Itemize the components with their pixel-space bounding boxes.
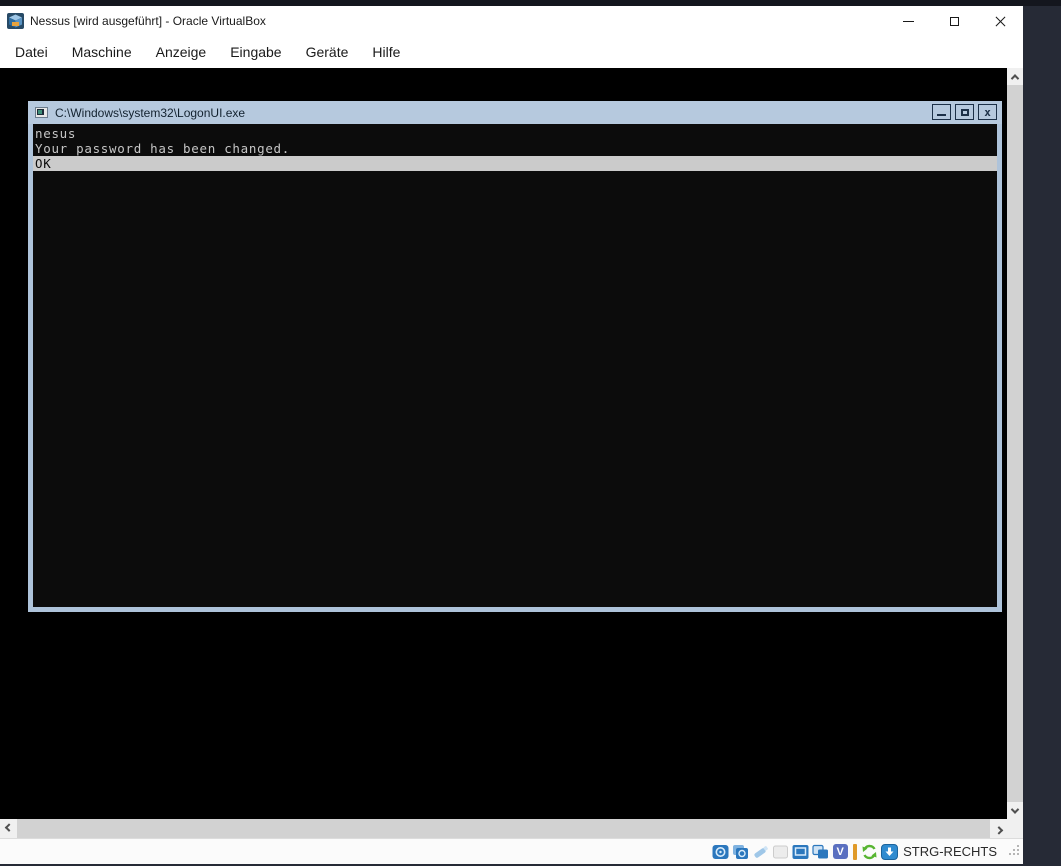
minimize-button[interactable] xyxy=(885,6,931,36)
console-maximize-button[interactable] xyxy=(955,104,974,120)
titlebar[interactable]: Nessus [wird ausgeführt] - Oracle Virtua… xyxy=(0,6,1023,36)
chevron-right-icon xyxy=(994,825,1003,835)
scroll-left-button[interactable] xyxy=(0,819,17,838)
hard-disk-icon[interactable] xyxy=(711,843,729,860)
scroll-up-button[interactable] xyxy=(1007,68,1023,85)
console-line-highlighted: OK xyxy=(33,156,997,171)
console-window[interactable]: C:\Windows\system32\LogonUI.exe x nesus … xyxy=(28,101,1002,612)
features-icon[interactable]: V xyxy=(831,843,849,860)
console-output[interactable]: nesus Your password has been changed. OK xyxy=(28,124,1002,612)
usb-icon[interactable] xyxy=(751,843,769,860)
vm-display[interactable]: C:\Windows\system32\LogonUI.exe x nesus … xyxy=(0,68,1007,819)
keyboard-capture-icon[interactable] xyxy=(880,843,898,860)
window-title: Nessus [wird ausgeführt] - Oracle Virtua… xyxy=(30,14,266,28)
features-glyph: V xyxy=(832,844,848,859)
vm-viewport: C:\Windows\system32\LogonUI.exe x nesus … xyxy=(0,68,1023,864)
console-app-icon xyxy=(35,107,48,118)
console-titlebar[interactable]: C:\Windows\system32\LogonUI.exe x xyxy=(28,101,1002,124)
console-text: nesus Your password has been changed. OK xyxy=(33,124,997,171)
console-line: Your password has been changed. xyxy=(35,141,290,156)
console-window-controls: x xyxy=(932,104,997,120)
optical-drive-icon[interactable] xyxy=(731,843,749,860)
chevron-up-icon xyxy=(1010,73,1020,83)
scrollbar-corner xyxy=(1007,819,1023,838)
console-line: nesus xyxy=(35,126,77,141)
scroll-down-button[interactable] xyxy=(1007,802,1023,819)
menu-datei[interactable]: Datei xyxy=(3,40,60,64)
scroll-right-button[interactable] xyxy=(990,819,1007,838)
host-key-label: STRG-RECHTS xyxy=(903,844,997,859)
virtualbox-window: Nessus [wird ausgeführt] - Oracle Virtua… xyxy=(0,6,1023,864)
minimize-icon xyxy=(902,20,914,22)
vertical-scrollbar[interactable] xyxy=(1007,68,1023,819)
menu-geraete[interactable]: Geräte xyxy=(294,40,361,64)
horizontal-scroll-thumb[interactable] xyxy=(17,819,990,838)
resize-grip-icon[interactable] xyxy=(1009,843,1020,861)
menu-maschine[interactable]: Maschine xyxy=(60,40,144,64)
screen: Nessus [wird ausgeführt] - Oracle Virtua… xyxy=(0,0,1061,866)
console-maximize-icon xyxy=(960,108,969,116)
mouse-integration-icon[interactable] xyxy=(860,843,878,860)
maximize-icon xyxy=(949,16,959,26)
close-button[interactable] xyxy=(977,6,1023,36)
console-close-icon: x xyxy=(984,105,991,119)
network-icon[interactable] xyxy=(771,843,789,860)
menu-hilfe[interactable]: Hilfe xyxy=(360,40,412,64)
console-close-button[interactable]: x xyxy=(978,104,997,120)
status-icons: V xyxy=(711,843,898,860)
menu-bar: Datei Maschine Anzeige Eingabe Geräte Hi… xyxy=(0,36,1023,68)
console-minimize-button[interactable] xyxy=(932,104,951,120)
window-controls xyxy=(885,6,1023,36)
recording-indicator-icon[interactable] xyxy=(851,843,858,860)
horizontal-scrollbar[interactable] xyxy=(0,819,1007,838)
maximize-button[interactable] xyxy=(931,6,977,36)
console-minimize-icon xyxy=(937,113,946,116)
menu-anzeige[interactable]: Anzeige xyxy=(144,40,219,64)
chevron-down-icon xyxy=(1010,804,1020,814)
status-bar: V STRG-RECHTS xyxy=(0,838,1023,864)
virtualbox-app-icon xyxy=(7,13,24,29)
menu-eingabe[interactable]: Eingabe xyxy=(218,40,293,64)
close-icon xyxy=(995,16,1006,27)
console-title: C:\Windows\system32\LogonUI.exe xyxy=(55,105,246,120)
chevron-left-icon xyxy=(4,822,13,832)
display-icon[interactable] xyxy=(791,843,809,860)
shared-folders-icon[interactable] xyxy=(811,843,829,860)
